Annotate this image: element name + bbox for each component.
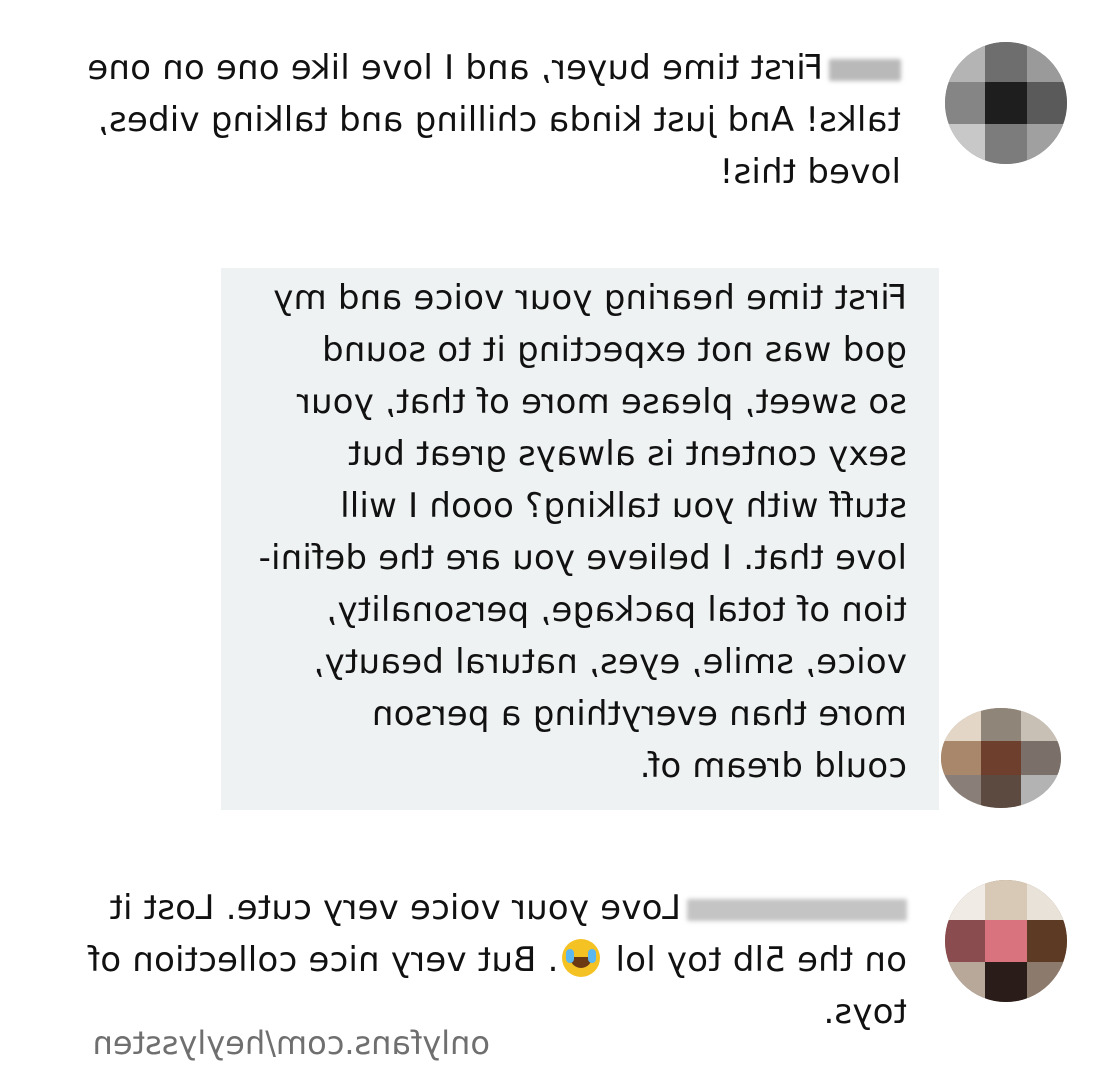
- avatar[interactable]: [941, 708, 1061, 808]
- avatar[interactable]: [945, 42, 1067, 164]
- comment-line: so sweet, please more of that, your: [296, 382, 907, 422]
- watermark: onlyfans.com/heylyssten: [92, 1024, 490, 1062]
- avatar[interactable]: [945, 880, 1067, 1002]
- comment-line: loved this!: [719, 152, 901, 192]
- comment-line: talks! And just kinda chilling and talki…: [97, 100, 901, 140]
- username-redacted[interactable]: [829, 58, 901, 81]
- comment-text: First time hearing your voice and my god…: [258, 272, 907, 792]
- comment-line: god was not expecting it to sound: [321, 330, 907, 370]
- comment-line: First time buyer, and I love like one on…: [87, 42, 901, 94]
- comment-line: love that. I believe you are the defini-: [258, 538, 907, 578]
- comment-line: First time hearing your voice and my: [273, 278, 907, 318]
- comment-text: First time buyer, and I love like one on…: [87, 42, 901, 198]
- mirrored-screenshot: First time buyer, and I love like one on…: [0, 0, 1097, 1079]
- comment-line: could dream of.: [639, 746, 907, 786]
- username-redacted[interactable]: [687, 898, 907, 921]
- comment-line: stuff with you talking? oooh I will: [339, 486, 907, 526]
- comment-line: on the 5lb toy lol . But very nice colle…: [87, 939, 907, 980]
- comment-line: sexy content is always great but: [347, 434, 907, 474]
- comment-line: Love your voice very cute. Lost it: [88, 882, 907, 934]
- comment-line: tion of total package, personality,: [326, 590, 907, 630]
- face-with-tears-of-joy-icon: [562, 939, 601, 977]
- comment-line: more than everything a person: [371, 694, 907, 734]
- comment-text: Love your voice very cute. Lost it on th…: [88, 882, 907, 1038]
- comment-line: voice, smile, eyes, natural beauty,: [313, 642, 907, 682]
